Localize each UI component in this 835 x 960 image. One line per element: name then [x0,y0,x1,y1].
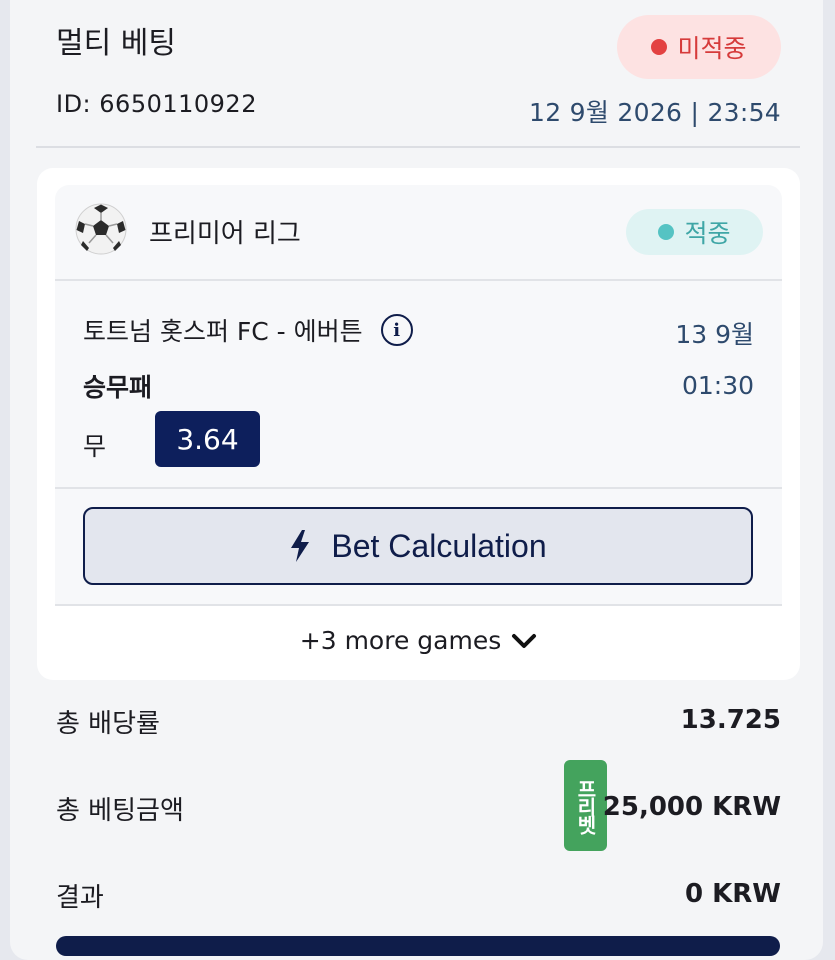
bottom-action-button[interactable] [56,936,780,956]
game-result-badge: 적중 [626,209,763,255]
bet-calculation-label: Bet Calculation [331,527,547,564]
status-dot-icon [651,39,668,55]
divider [36,146,800,148]
more-games-label: +3 more games [299,626,502,655]
divider [55,487,782,489]
match-date: 13 9월 [675,320,754,349]
bet-title: 멀티 베팅 [56,26,176,61]
bet-card: 멀티 베팅 미적중 ID: 6650110922 12 9월 2026 | 23… [10,0,823,960]
more-games-toggle[interactable]: +3 more games [37,626,800,655]
freebet-badge: 프리벳 [564,760,607,851]
league-name: 프리미어 리그 [149,219,301,249]
divider [55,279,782,281]
info-icon[interactable]: i [380,314,413,346]
game-item: 프리미어 리그 적중 토트넘 홋스퍼 FC - 에버튼 i 13 9월 승무패 … [55,185,782,605]
stake-value: 25,000 KRW [602,792,781,822]
bet-id: ID: 6650110922 [56,90,257,118]
status-badge: 미적중 [617,15,781,79]
total-odds-label: 총 배당률 [56,709,160,739]
result-value: 0 KRW [685,879,781,909]
odds-badge: 3.64 [155,411,260,467]
chevron-down-icon [512,633,537,648]
match-name: 토트넘 홋스퍼 FC - 에버튼 i [83,312,413,348]
divider [55,604,782,606]
stake-label: 총 베팅금액 [56,796,184,826]
total-odds-value: 13.725 [680,705,781,735]
pick-label: 무 [83,432,107,461]
bet-calculation-button[interactable]: Bet Calculation [83,507,753,585]
match-teams: 토트넘 홋스퍼 FC - 에버튼 [83,317,363,346]
match-time: 01:30 [681,371,754,400]
market-name: 승무패 [83,373,153,402]
game-result-label: 적중 [684,219,731,248]
result-dot-icon [658,224,675,240]
soccer-ball-icon [75,203,127,255]
result-label: 결과 [56,883,104,913]
lightning-bolt-icon [291,530,310,562]
games-card: 프리미어 리그 적중 토트넘 홋스퍼 FC - 에버튼 i 13 9월 승무패 … [37,168,800,680]
status-label: 미적중 [677,34,747,63]
bet-datetime: 12 9월 2026 | 23:54 [529,98,781,127]
